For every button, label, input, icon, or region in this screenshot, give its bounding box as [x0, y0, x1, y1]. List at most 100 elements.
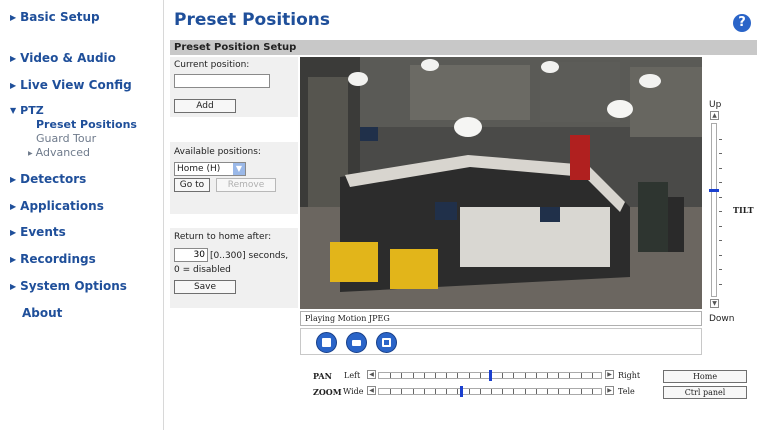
pan-right-label: Right [618, 371, 641, 380]
triangle-right-icon: ▶ [10, 202, 17, 211]
nav-sub-preset-positions[interactable]: Preset Positions [36, 118, 137, 131]
slider-tick [569, 389, 571, 394]
arrow-right-icon[interactable]: ▶ [605, 386, 614, 395]
arrow-left-icon[interactable]: ◀ [367, 370, 376, 379]
triangle-right-icon: ▶ [10, 228, 17, 237]
stop-icon[interactable] [316, 332, 337, 353]
available-positions-label: Available positions: [174, 147, 261, 157]
tilt-tick [719, 240, 722, 241]
tilt-tick [719, 167, 722, 169]
nav-label: PTZ [20, 104, 44, 117]
slider-tick [491, 389, 492, 394]
video-status-bar: Playing Motion JPEG [300, 311, 702, 326]
slider-tick [580, 389, 582, 394]
remove-button[interactable]: Remove [216, 178, 276, 192]
slider-tick [446, 389, 448, 394]
fullscreen-glyph [382, 338, 391, 347]
slider-tick [569, 373, 571, 378]
nav-detectors[interactable]: ▶ Detectors [10, 172, 86, 186]
ctrl-panel-button[interactable]: Ctrl panel [663, 386, 747, 399]
tilt-label: TILT [733, 205, 754, 215]
slider-tick [547, 373, 548, 378]
tilt-tick [719, 138, 722, 140]
sidebar: ▶ Basic Setup ▶ Video & Audio ▶ Live View C… [0, 0, 164, 430]
slider-tick [580, 373, 582, 378]
triangle-right-icon: ▶ [10, 54, 17, 63]
tilt-tick [719, 211, 722, 212]
nav-system-options[interactable]: ▶ System Options [10, 279, 127, 293]
zoom-slider[interactable] [378, 388, 602, 395]
zoom-tele-label: Tele [618, 387, 635, 396]
nav-label: System Options [20, 279, 127, 293]
slider-tick [423, 373, 425, 378]
return-home-input[interactable] [174, 248, 208, 262]
slider-tick [524, 373, 526, 378]
available-positions-select[interactable]: Home (H) ▼ [174, 162, 246, 176]
arrow-left-icon[interactable]: ◀ [367, 386, 376, 395]
slider-tick [479, 373, 481, 378]
return-home-label: Return to home after: [174, 232, 272, 242]
slider-tick [524, 389, 526, 394]
tilt-tick [719, 182, 722, 183]
tilt-thumb[interactable] [709, 189, 719, 193]
nav-ptz[interactable]: ▼ PTZ [10, 104, 44, 117]
video-feed[interactable] [300, 57, 702, 309]
snapshot-icon[interactable] [346, 332, 367, 353]
nav-applications[interactable]: ▶ Applications [10, 199, 104, 213]
save-button[interactable]: Save [174, 280, 236, 294]
triangle-right-icon: ▶ [10, 175, 17, 184]
nav-live-view-config[interactable]: ▶ Live View Config [10, 78, 132, 92]
triangle-down-icon: ▼ [10, 106, 17, 115]
current-position-input[interactable] [174, 74, 270, 88]
slider-tick [535, 373, 537, 378]
tilt-tick [719, 225, 722, 227]
goto-button[interactable]: Go to [174, 178, 210, 192]
selected-position: Home (H) [177, 164, 221, 174]
zoom-thumb[interactable] [459, 386, 463, 397]
nav-label: Video & Audio [20, 51, 116, 65]
slider-tick [401, 389, 403, 394]
nav-about[interactable]: About [22, 306, 62, 320]
fullscreen-icon[interactable] [376, 332, 397, 353]
arrow-right-icon[interactable]: ▶ [605, 370, 614, 379]
slider-tick [479, 389, 481, 394]
video-controls [300, 328, 702, 355]
nav-events[interactable]: ▶ Events [10, 225, 66, 239]
slider-tick [457, 389, 459, 394]
section-header: Preset Position Setup [170, 40, 757, 55]
tilt-slider[interactable] [711, 123, 722, 297]
nav-label: Live View Config [20, 78, 132, 92]
slider-tick [535, 389, 537, 394]
tilt-up-label: Up [709, 100, 722, 110]
slider-tick [547, 389, 548, 394]
slider-tick [412, 389, 414, 394]
arrow-down-icon[interactable]: ▼ [710, 299, 719, 308]
nav-video-audio[interactable]: ▶ Video & Audio [10, 51, 116, 65]
tilt-tick [719, 254, 722, 256]
tilt-tick [719, 283, 722, 285]
slider-tick [412, 373, 414, 378]
nav-sub-advanced[interactable]: ▶ Advanced [28, 146, 90, 159]
camera-image [300, 57, 702, 309]
return-home-note: 0 = disabled [174, 265, 231, 275]
slider-tick [468, 389, 470, 394]
slider-tick [446, 373, 448, 378]
nav-sub-guard-tour[interactable]: Guard Tour [36, 132, 96, 145]
pan-thumb[interactable] [489, 370, 492, 381]
nav-recordings[interactable]: ▶ Recordings [10, 252, 96, 266]
arrow-up-icon[interactable]: ▲ [710, 111, 719, 120]
slider-tick [390, 373, 392, 378]
home-button[interactable]: Home [663, 370, 747, 383]
triangle-right-icon: ▶ [10, 255, 17, 264]
question-mark-icon[interactable]: ? [733, 14, 751, 32]
return-home-panel: Return to home after: [0..300] seconds, … [170, 228, 298, 308]
slider-tick [591, 389, 593, 394]
nav-basic-setup[interactable]: ▶ Basic Setup [10, 10, 100, 24]
slider-tick [435, 389, 436, 394]
zoom-wide-label: Wide [343, 387, 364, 396]
chevron-down-icon: ▼ [233, 163, 245, 175]
slider-tick [502, 373, 504, 378]
tilt-down-label: Down [709, 314, 735, 324]
slider-tick [435, 373, 436, 378]
add-button[interactable]: Add [174, 99, 236, 113]
